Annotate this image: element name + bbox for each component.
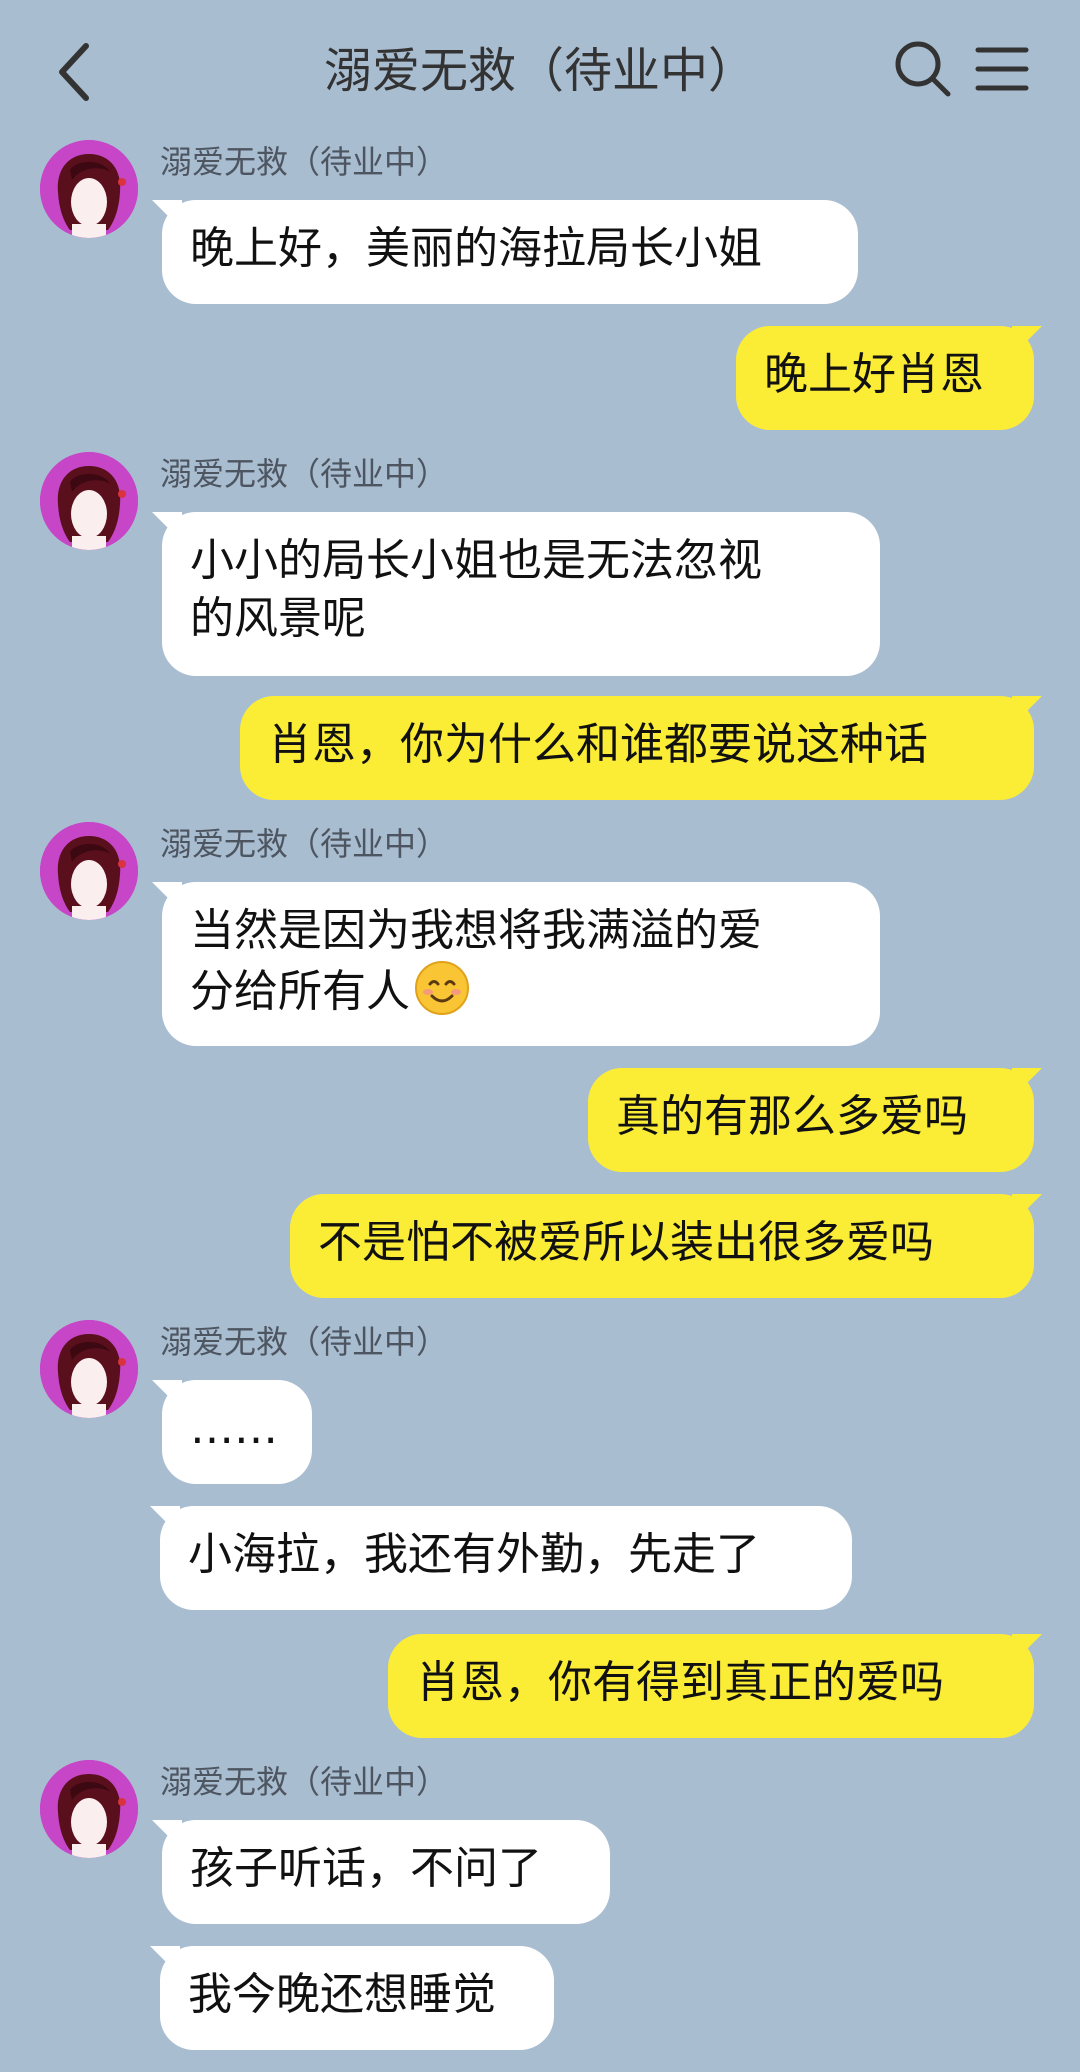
contact-avatar[interactable] [40,822,138,920]
sender-name: 溺爱无救（待业中） [160,1763,449,1801]
message-bubble-outgoing[interactable]: 晚上好肖恩 [736,326,1034,430]
menu-button[interactable] [974,44,1030,94]
message-bubble-incoming[interactable]: 当然是因为我想将我满溢的爱 分给所有人 [162,882,880,1046]
message-bubble-outgoing[interactable]: 肖恩，你有得到真正的爱吗 [388,1634,1034,1738]
message-bubble-incoming[interactable]: 小海拉，我还有外勤，先走了 [160,1506,852,1610]
search-button[interactable] [892,38,954,100]
search-icon [895,41,951,97]
contact-avatar[interactable] [40,140,138,238]
message-bubble-incoming[interactable]: …… [162,1380,312,1484]
chat-header: 溺爱无救（待业中） [0,0,1080,140]
sender-name: 溺爱无救（待业中） [160,825,449,863]
message-bubble-outgoing[interactable]: 真的有那么多爱吗 [588,1068,1034,1172]
sender-name: 溺爱无救（待业中） [160,1323,449,1361]
message-text: 当然是因为我想将我满溢的爱 分给所有人 [190,905,762,1017]
message-bubble-outgoing[interactable]: 不是怕不被爱所以装出很多爱吗 [290,1194,1034,1298]
message-bubble-incoming[interactable]: 我今晚还想睡觉 [160,1946,554,2050]
smiling-face-emoji [415,961,469,1015]
message-bubble-incoming[interactable]: 孩子听话，不问了 [162,1820,610,1924]
menu-icon [975,47,1029,91]
message-bubble-outgoing[interactable]: 肖恩，你为什么和谁都要说这种话 [240,696,1034,800]
contact-avatar[interactable] [40,452,138,550]
contact-avatar[interactable] [40,1760,138,1858]
sender-name: 溺爱无救（待业中） [160,143,449,181]
message-bubble-incoming[interactable]: 小小的局长小姐也是无法忽视 的风景呢 [162,512,880,676]
sender-name: 溺爱无救（待业中） [160,455,449,493]
message-bubble-incoming[interactable]: 晚上好，美丽的海拉局长小姐 [162,200,858,304]
contact-avatar[interactable] [40,1320,138,1418]
